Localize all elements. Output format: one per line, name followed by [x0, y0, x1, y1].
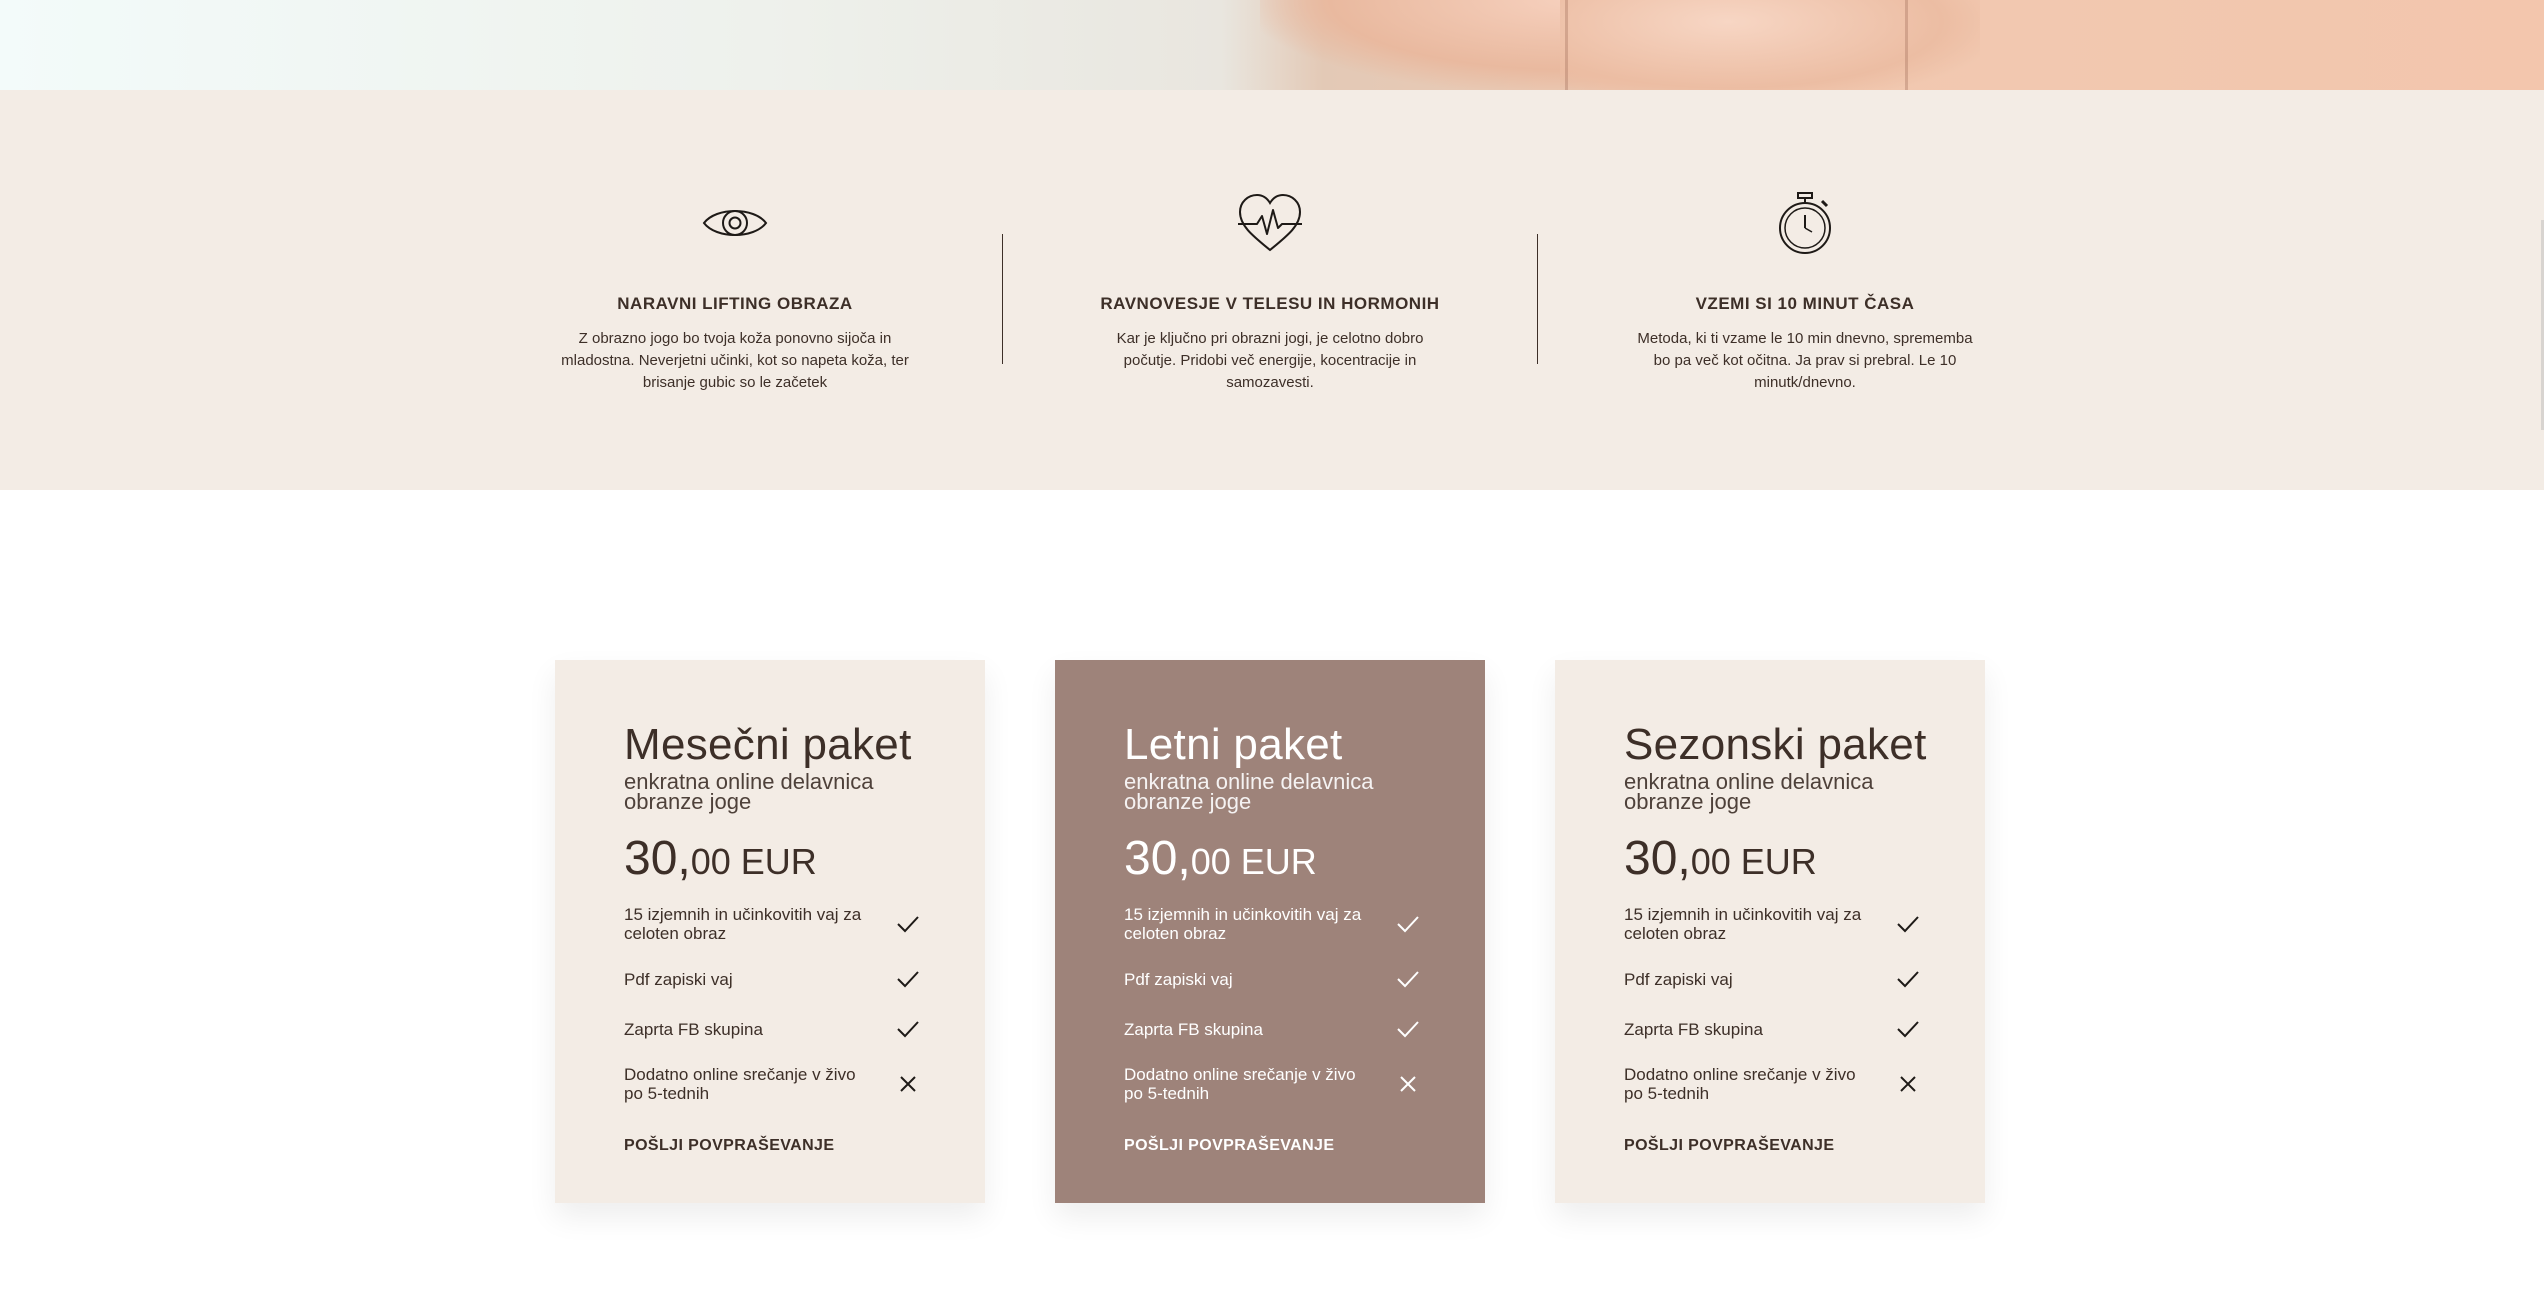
- list-item: 15 izjemnih in učinkovitih vaj za celote…: [1124, 905, 1424, 943]
- cross-icon: [1900, 1076, 1916, 1092]
- list-item: Pdf zapiski vaj: [1624, 965, 1924, 993]
- list-item: 15 izjemnih in učinkovitih vaj za celote…: [1624, 905, 1924, 943]
- list-item-text: Dodatno online srečanje v živo po 5-tedn…: [1624, 1065, 1856, 1103]
- list-item-text: 15 izjemnih in učinkovitih vaj za celote…: [1624, 905, 1862, 943]
- list-item: Dodatno online srečanje v živo po 5-tedn…: [1124, 1065, 1424, 1103]
- price-main: 30,: [1624, 832, 1691, 885]
- list-item-text: Dodatno online srečanje v živo po 5-tedn…: [1124, 1065, 1356, 1103]
- hero-image: [0, 0, 2544, 90]
- check-icon: [1397, 971, 1419, 988]
- plan-subtitle: enkratna online delavnica obranze joge: [1124, 769, 1374, 814]
- feature-text: Kar je ključno pri obrazni jogi, je celo…: [1116, 330, 1424, 391]
- list-item-text: Pdf zapiski vaj: [1624, 969, 1733, 989]
- hero-finger-gap: [1905, 0, 1908, 90]
- plan-price: 30,00 EUR: [624, 832, 985, 889]
- list-item: Dodatno online srečanje v živo po 5-tedn…: [624, 1065, 924, 1103]
- plan-price: 30,00 EUR: [1624, 832, 1985, 889]
- hero-hand-shape: [1560, 0, 1980, 90]
- list-item-text: 15 izjemnih in učinkovitih vaj za celote…: [1124, 905, 1362, 943]
- list-item: Zaprta FB skupina: [624, 1015, 924, 1043]
- check-icon: [1897, 971, 1919, 988]
- list-item: Zaprta FB skupina: [1124, 1015, 1424, 1043]
- hero-finger-gap: [1565, 0, 1568, 90]
- feature-text: Metoda, ki ti vzame le 10 min dnevno, sp…: [1637, 330, 1973, 391]
- feature-divider: [1002, 234, 1003, 364]
- pricing-card-yearly: Letni paket enkratna online delavnica ob…: [1055, 660, 1485, 1203]
- eye-icon: [702, 210, 768, 236]
- list-item-text: Zaprta FB skupina: [1624, 1019, 1763, 1039]
- features-section: NARAVNI LIFTING OBRAZA Z obrazno jogo bo…: [0, 90, 2544, 490]
- list-item-text: Zaprta FB skupina: [1124, 1019, 1263, 1039]
- plan-features: 15 izjemnih in učinkovitih vaj za celote…: [1124, 905, 1424, 1103]
- cross-icon: [900, 1076, 916, 1092]
- feature-divider: [1537, 234, 1538, 364]
- check-icon: [1397, 1021, 1419, 1038]
- stopwatch-icon: [1779, 192, 1831, 254]
- heartbeat-icon: [1238, 193, 1302, 252]
- list-item-text: 15 izjemnih in učinkovitih vaj za celote…: [624, 905, 862, 943]
- price-cents: 00 EUR: [690, 841, 817, 882]
- list-item: Pdf zapiski vaj: [1124, 965, 1424, 993]
- price-cents: 00 EUR: [1690, 841, 1817, 882]
- list-item-text: Pdf zapiski vaj: [624, 969, 733, 989]
- check-icon: [1397, 916, 1419, 933]
- list-item-text: Dodatno online srečanje v živo po 5-tedn…: [624, 1065, 856, 1103]
- plan-subtitle: enkratna online delavnica obranze joge: [624, 769, 874, 814]
- pricing-card-seasonal: Sezonski paket enkratna online delavnica…: [1555, 660, 1985, 1203]
- list-item: Pdf zapiski vaj: [624, 965, 924, 993]
- list-item-text: Pdf zapiski vaj: [1124, 969, 1233, 989]
- plan-features: 15 izjemnih in učinkovitih vaj za celote…: [1624, 905, 1924, 1103]
- price-main: 30,: [1124, 832, 1191, 885]
- list-item-text: Zaprta FB skupina: [624, 1019, 763, 1039]
- feature-time: VZEMI SI 10 MINUT ČASA Metoda, ki ti vza…: [1625, 188, 1985, 394]
- feature-title: VZEMI SI 10 MINUT ČASA: [1695, 294, 1915, 313]
- plan-price: 30,00 EUR: [1124, 832, 1485, 889]
- pricing-card-monthly: Mesečni paket enkratna online delavnica …: [555, 660, 985, 1203]
- check-icon: [897, 916, 919, 933]
- cross-icon: [1400, 1076, 1416, 1092]
- price-main: 30,: [624, 832, 691, 885]
- feature-title: RAVNOVESJE V TELESU IN HORMONIH: [1100, 294, 1440, 313]
- plan-name: Mesečni paket: [624, 720, 912, 769]
- send-inquiry-button[interactable]: POŠLJI POVPRAŠEVANJE: [1124, 1137, 1334, 1155]
- plan-features: 15 izjemnih in učinkovitih vaj za celote…: [624, 905, 924, 1103]
- list-item: Dodatno online srečanje v živo po 5-tedn…: [1624, 1065, 1924, 1103]
- feature-lifting: NARAVNI LIFTING OBRAZA Z obrazno jogo bo…: [555, 188, 915, 394]
- feature-balance: RAVNOVESJE V TELESU IN HORMONIH Kar je k…: [1090, 188, 1450, 394]
- check-icon: [1897, 916, 1919, 933]
- feature-text: Z obrazno jogo bo tvoja koža ponovno sij…: [561, 330, 909, 391]
- send-inquiry-button[interactable]: POŠLJI POVPRAŠEVANJE: [624, 1137, 834, 1155]
- check-icon: [1897, 1021, 1919, 1038]
- check-icon: [897, 971, 919, 988]
- feature-title: NARAVNI LIFTING OBRAZA: [617, 294, 853, 313]
- check-icon: [897, 1021, 919, 1038]
- send-inquiry-button[interactable]: POŠLJI POVPRAŠEVANJE: [1624, 1137, 1834, 1155]
- plan-name: Sezonski paket: [1624, 720, 1927, 769]
- plan-subtitle: enkratna online delavnica obranze joge: [1624, 769, 1874, 814]
- price-cents: 00 EUR: [1190, 841, 1317, 882]
- list-item: 15 izjemnih in učinkovitih vaj za celote…: [624, 905, 924, 943]
- list-item: Zaprta FB skupina: [1624, 1015, 1924, 1043]
- plan-name: Letni paket: [1124, 720, 1343, 769]
